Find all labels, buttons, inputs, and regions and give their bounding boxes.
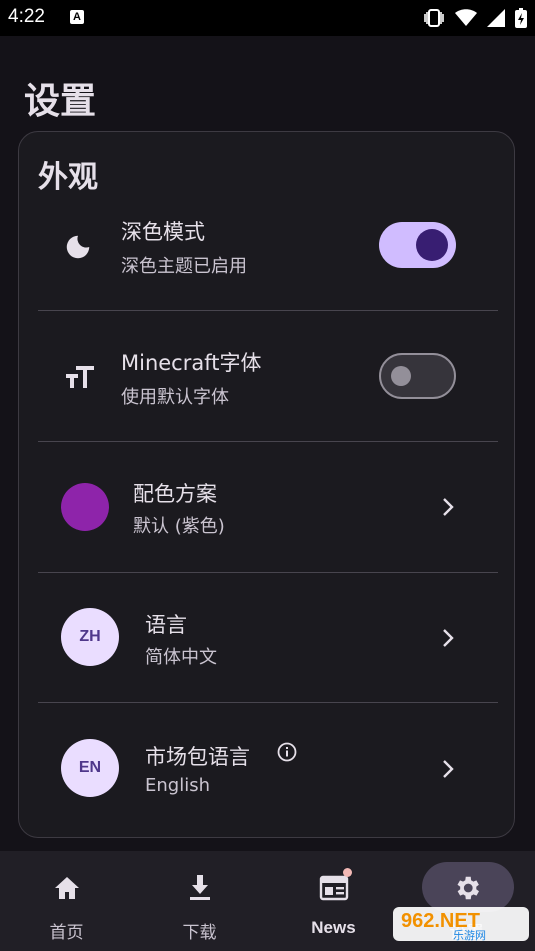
minecraft-font-switch[interactable] [379,353,456,399]
dark-mode-title: 深色模式 [121,220,205,244]
switch-thumb [391,366,411,386]
chevron-right-icon [436,626,460,650]
signal-icon [487,9,505,27]
dark-mode-switch[interactable] [379,222,456,268]
news-notification-dot [343,868,352,877]
notification-a-icon: A [70,10,84,24]
switch-thumb [416,229,448,261]
battery-charging-icon [515,8,527,28]
status-bar: 4:22 A [0,0,535,36]
color-scheme-title: 配色方案 [133,482,217,506]
color-scheme-row[interactable]: 配色方案 默认 (紫色) [19,442,516,572]
moon-icon [61,230,95,264]
nav-news[interactable]: News [267,851,400,951]
nav-download[interactable]: 下载 [133,851,266,951]
nav-home-label: 首页 [49,923,84,943]
dark-mode-row[interactable]: 深色模式 深色主题已启用 [19,180,516,310]
minecraft-font-title: Minecraft字体 [121,351,262,375]
vibrate-icon [424,9,444,27]
chevron-right-icon [436,495,460,519]
status-icons [423,6,527,30]
language-title: 语言 [145,613,187,637]
page-title: 设置 [24,81,97,122]
watermark-sub: 乐游网 [453,929,486,942]
language-badge: ZH [61,608,119,666]
status-time: 4:22 [8,6,45,27]
dark-mode-subtitle: 深色主题已启用 [121,256,247,277]
info-icon[interactable] [276,741,298,763]
home-icon [50,871,84,905]
nav-news-label: News [311,918,356,937]
market-language-row[interactable]: EN 市场包语言 English [19,703,516,833]
nav-download-label: 下载 [182,923,217,943]
color-swatch [61,483,109,531]
download-icon [183,871,217,905]
gear-icon [450,871,484,905]
minecraft-font-subtitle: 使用默认字体 [121,387,229,408]
minecraft-font-row[interactable]: Minecraft字体 使用默认字体 [19,311,516,441]
bottom-navigation: 首页 下载 News 设置 962.NET 乐游网 [0,851,535,951]
chevron-right-icon [436,757,460,781]
market-language-title: 市场包语言 [145,745,250,769]
language-row[interactable]: ZH 语言 简体中文 [19,573,516,703]
market-language-subtitle: English [145,775,210,796]
text-size-icon [61,359,99,393]
nav-home[interactable]: 首页 [0,851,133,951]
color-scheme-subtitle: 默认 (紫色) [133,516,225,537]
language-subtitle: 简体中文 [145,647,217,668]
wifi-icon [455,9,477,26]
market-language-badge: EN [61,739,119,797]
site-watermark: 962.NET 乐游网 [393,903,529,943]
